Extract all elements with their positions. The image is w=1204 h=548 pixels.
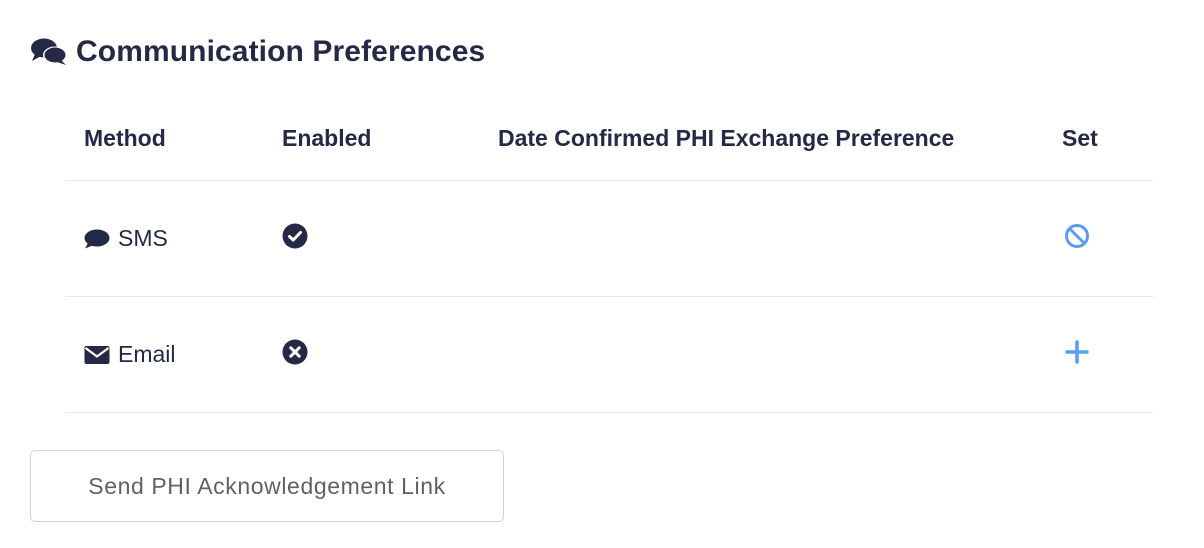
enabled-cell <box>282 296 498 413</box>
send-phi-acknowledgement-link-button[interactable]: Send PHI Acknowledgement Link <box>30 450 504 522</box>
method-cell: Email <box>66 296 282 413</box>
date-confirmed-cell <box>498 296 1062 413</box>
column-header-enabled: Enabled <box>282 96 498 181</box>
table-row-email: Email <box>66 296 1153 413</box>
method-cell: SMS <box>66 180 282 297</box>
date-confirmed-cell <box>498 180 1062 297</box>
comments-icon <box>30 37 68 67</box>
section-title: Communication Preferences <box>76 35 486 68</box>
column-header-method: Method <box>66 96 282 181</box>
column-header-set: Set <box>1062 96 1153 181</box>
set-cell <box>1062 180 1153 297</box>
ban-icon[interactable] <box>1064 223 1090 249</box>
check-circle-icon <box>282 223 308 249</box>
enabled-cell <box>282 180 498 297</box>
column-header-date-confirmed: Date Confirmed PHI Exchange Preference <box>498 96 1062 181</box>
table-header-row: Method Enabled Date Confirmed PHI Exchan… <box>66 96 1153 181</box>
table-row-sms: SMS <box>66 180 1153 297</box>
set-cell <box>1062 296 1153 413</box>
plus-icon[interactable] <box>1064 339 1090 365</box>
method-label: Email <box>118 341 176 367</box>
method-label: SMS <box>118 225 168 251</box>
x-circle-icon <box>282 339 308 365</box>
envelope-icon <box>84 345 111 365</box>
speech-bubble-icon <box>84 229 111 249</box>
section-header: Communication Preferences <box>30 30 485 74</box>
communication-preferences-table: Method Enabled Date Confirmed PHI Exchan… <box>66 96 1153 413</box>
